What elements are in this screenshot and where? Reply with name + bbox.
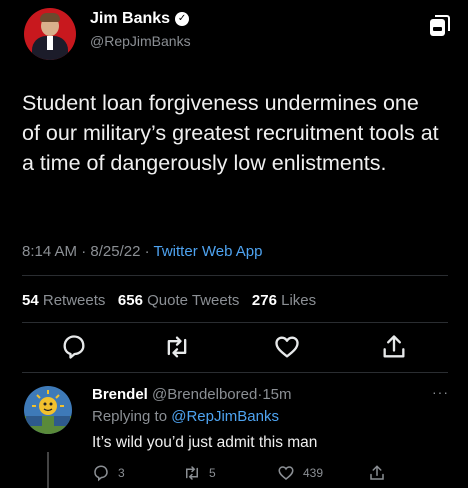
tweet-text: Student loan forgiveness undermines one … [22,91,439,175]
reply-header: Brendel @Brendelbored·15m [92,386,292,403]
tweet-meta: 8:14 AM · 8/25/22 · Twitter Web App [22,243,262,260]
likes-stat[interactable]: 276 Likes [252,292,316,309]
tweet-time[interactable]: 8:14 AM [22,243,77,260]
divider [22,275,448,276]
share-icon [370,465,384,480]
author-name-row[interactable]: Jim Banks ✓ [90,10,190,28]
reply-avatar[interactable] [24,386,72,434]
meta-separator: · [81,243,87,260]
replying-to-prefix: Replying to [92,408,168,425]
reply-icon [94,465,108,482]
tweet-date[interactable]: 8/25/22 [90,243,140,260]
heart-icon [278,466,294,480]
tweet-source-app[interactable]: Twitter Web App [154,243,263,260]
replying-to: Replying to @RepJimBanks [92,408,279,425]
divider [22,372,448,373]
retweet-icon [186,466,198,480]
verified-badge-icon: ✓ [175,12,190,26]
reply-text: It’s wild you’d just admit this man [92,434,318,451]
reply-count: 3 [118,466,125,480]
reply-retweet-action[interactable]: 5 [183,464,216,482]
like-count: 439 [303,466,324,480]
retweet-icon[interactable] [163,333,191,361]
quotes-stat[interactable]: 656 Quote Tweets [118,292,239,309]
share-icon[interactable] [380,333,408,361]
instagram-save-icon[interactable] [428,14,450,38]
retweets-stat[interactable]: 54 Retweets [22,292,105,309]
author-name[interactable]: Jim Banks [90,10,170,28]
reply-author-handle[interactable]: @Brendelbored [152,386,257,403]
thread-line [47,452,49,488]
meta-separator: · [144,243,150,260]
reply-reply-action[interactable]: 3 [92,464,125,482]
reply-share-action[interactable] [368,464,386,482]
more-options-icon[interactable]: ··· [432,384,449,400]
divider [22,322,448,323]
reply-author-name[interactable]: Brendel [92,386,148,403]
heart-icon[interactable] [273,333,301,361]
reply-age: 15m [262,386,292,403]
reply-like-action[interactable]: 439 [277,464,323,482]
reply-icon[interactable] [60,333,88,361]
replying-to-mention[interactable]: @RepJimBanks [171,408,279,425]
retweet-count: 5 [209,466,216,480]
author-handle[interactable]: @RepJimBanks [90,33,191,49]
author-avatar[interactable] [24,8,76,60]
tweet-stats: 54 Retweets 656 Quote Tweets 276 Likes [22,292,316,309]
